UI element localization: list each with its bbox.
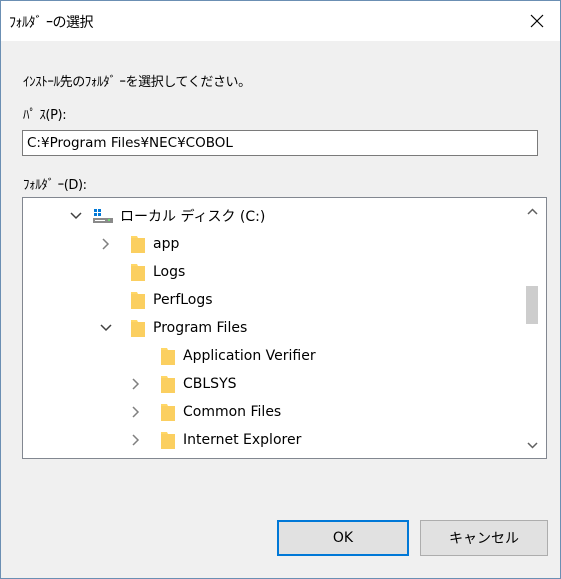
chevron-right-icon[interactable] [99, 237, 113, 251]
tree-item-local-disk[interactable]: ローカル ディスク (C:) [23, 202, 518, 230]
folder-icon [129, 261, 147, 283]
folder-icon [159, 401, 177, 423]
chevron-right-icon[interactable] [129, 377, 143, 391]
tree-item-logs[interactable]: Logs [23, 258, 518, 286]
tree-item-label: app [153, 236, 180, 252]
tree-item-label: Logs [153, 264, 186, 280]
tree-item-label: Common Files [183, 404, 282, 420]
title-bar[interactable]: ﾌｫﾙﾀﾞ ｰの選択 [1, 1, 560, 41]
tree-item-application-verifier[interactable]: Application Verifier [23, 342, 518, 370]
ok-button[interactable]: OK [277, 520, 409, 556]
chevron-right-icon[interactable] [129, 433, 143, 447]
folder-icon [159, 373, 177, 395]
window-title: ﾌｫﾙﾀﾞ ｰの選択 [9, 15, 93, 31]
close-icon [530, 14, 544, 28]
tree-item-cblsys[interactable]: CBLSYS [23, 370, 518, 398]
folder-icon [159, 429, 177, 451]
tree-item-label: PerfLogs [153, 292, 213, 308]
scroll-thumb[interactable] [526, 286, 538, 324]
tree-item-perflogs[interactable]: PerfLogs [23, 286, 518, 314]
folder-icon [129, 289, 147, 311]
folder-icon [159, 345, 177, 367]
folder-tree[interactable]: ローカル ディスク (C:) app Logs PerfLogs Program… [22, 197, 547, 459]
tree-item-internet-explorer[interactable]: Internet Explorer [23, 426, 518, 454]
folder-select-dialog: ﾌｫﾙﾀﾞ ｰの選択 ｲﾝｽﾄｰﾙ先のﾌｫﾙﾀﾞ ｰを選択してください。 ﾊﾟ … [0, 0, 561, 579]
chevron-down-icon[interactable] [69, 209, 83, 223]
tree-item-label: Program Files [153, 320, 248, 336]
chevron-down-icon[interactable] [99, 321, 113, 335]
tree-item-common-files[interactable]: Common Files [23, 398, 518, 426]
drive-icon [92, 208, 114, 224]
cancel-button[interactable]: キャンセル [420, 520, 548, 556]
tree-item-label: ローカル ディスク (C:) [120, 209, 266, 225]
chevron-down-icon [527, 441, 538, 449]
tree-item-label: Application Verifier [183, 348, 316, 364]
chevron-right-icon[interactable] [129, 405, 143, 419]
close-button[interactable] [514, 1, 560, 41]
scroll-up-button[interactable] [519, 198, 546, 224]
vertical-scrollbar[interactable] [519, 198, 546, 458]
chevron-up-icon [527, 207, 538, 215]
instruction-text: ｲﾝｽﾄｰﾙ先のﾌｫﾙﾀﾞ ｰを選択してください。 [23, 75, 251, 90]
tree-item-label: Internet Explorer [183, 432, 302, 448]
path-input[interactable] [22, 130, 538, 156]
scroll-down-button[interactable] [519, 432, 546, 458]
tree-item-program-files[interactable]: Program Files [23, 314, 518, 342]
folder-icon [129, 317, 147, 339]
tree-item-app[interactable]: app [23, 230, 518, 258]
path-label: ﾊﾟ ｽ(P): [23, 108, 67, 123]
folder-icon [129, 233, 147, 255]
tree-item-label: CBLSYS [183, 376, 237, 392]
folder-label: ﾌｫﾙﾀﾞ ｰ(D): [23, 178, 87, 193]
